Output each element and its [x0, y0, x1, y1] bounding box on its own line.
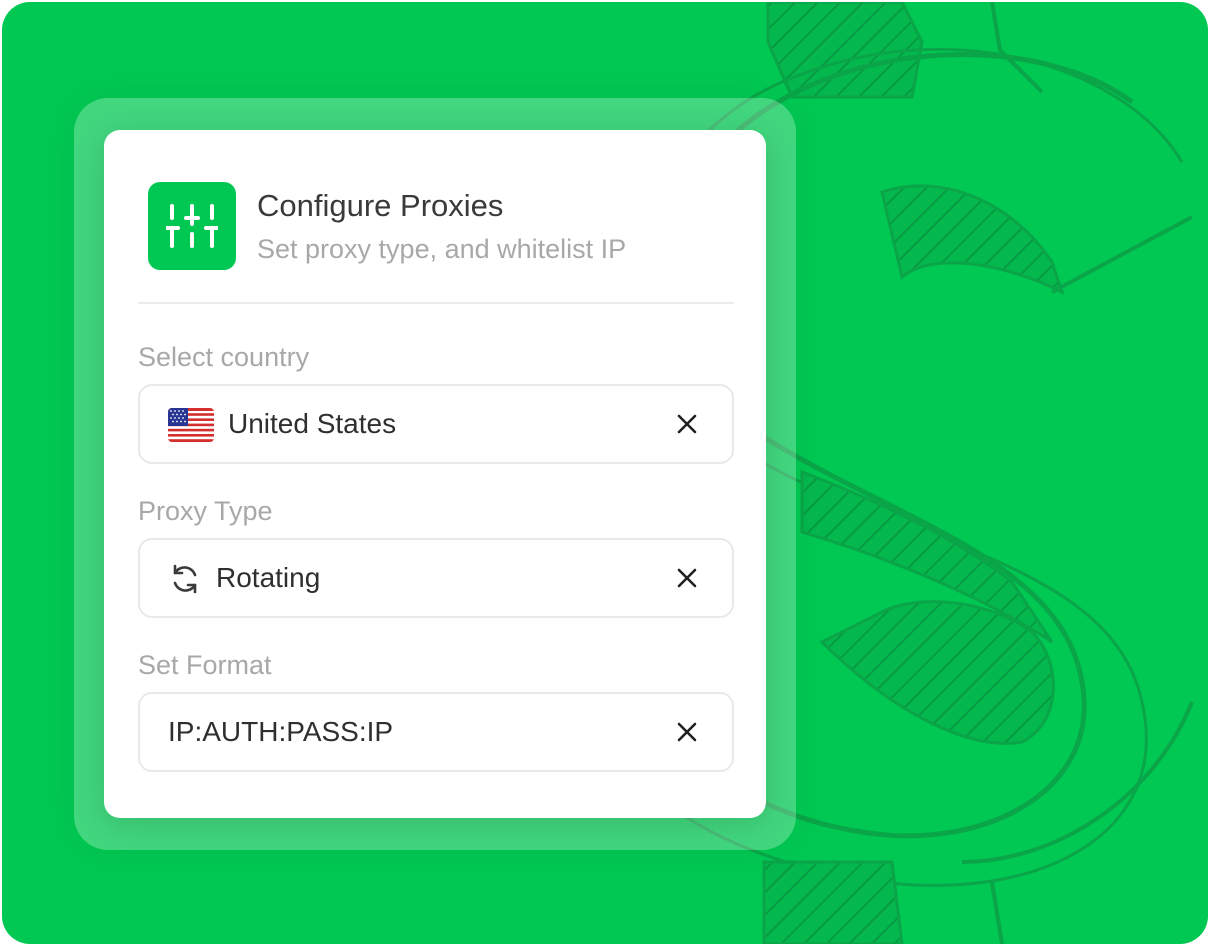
- sliders-icon: [148, 182, 236, 270]
- format-value: IP:AUTH:PASS:IP: [168, 716, 394, 747]
- close-icon: [677, 568, 697, 588]
- clear-country-button[interactable]: [672, 409, 702, 439]
- proxy-type-select[interactable]: Rotating: [138, 538, 734, 618]
- format-input[interactable]: IP:AUTH:PASS:IP: [138, 692, 734, 772]
- close-icon: [677, 722, 697, 742]
- select-country-label: Select country: [138, 342, 310, 372]
- country-value: United States: [228, 408, 397, 439]
- proxy-type-value: Rotating: [216, 562, 321, 593]
- country-select[interactable]: United States: [138, 384, 734, 464]
- set-format-label: Set Format: [138, 650, 272, 680]
- us-flag-icon: [168, 408, 214, 442]
- proxy-type-label: Proxy Type: [138, 496, 273, 526]
- clear-proxy-type-button[interactable]: [672, 563, 702, 593]
- close-icon: [677, 414, 697, 434]
- configure-proxies-card: Configure Proxies Set proxy type, and wh…: [104, 130, 766, 818]
- refresh-icon: [173, 564, 197, 594]
- clear-format-button[interactable]: [672, 717, 702, 747]
- card-subtitle: Set proxy type, and whitelist IP: [257, 234, 627, 264]
- header-divider: [138, 302, 734, 304]
- card-title: Configure Proxies: [257, 188, 504, 223]
